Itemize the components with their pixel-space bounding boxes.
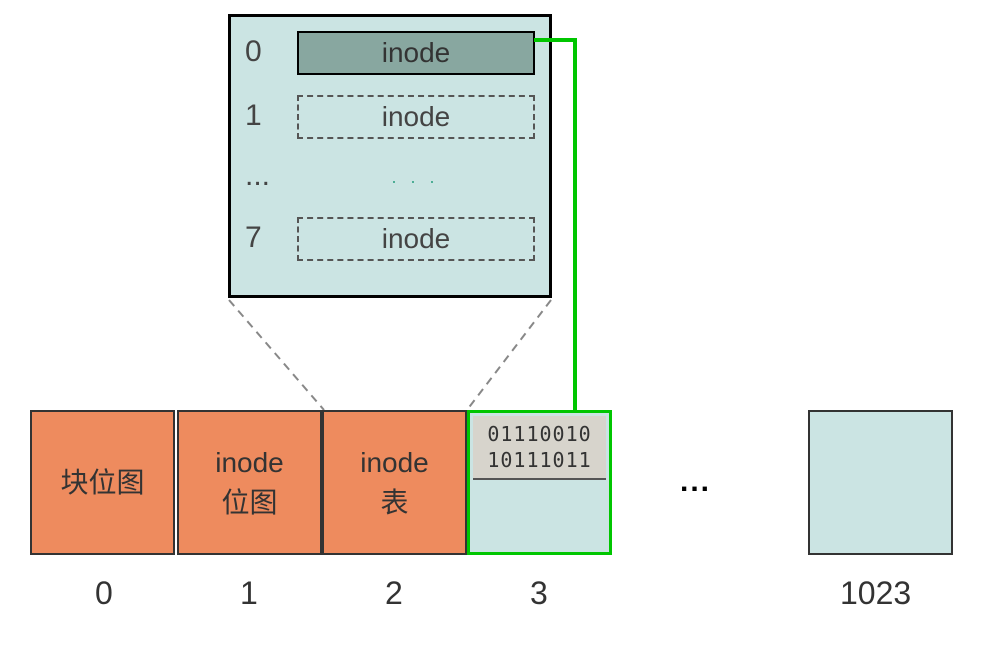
inode-bitmap-l1: inode: [215, 443, 284, 483]
zoom-idx-1: 1: [245, 99, 262, 133]
block-bitmap-label: 块位图: [60, 463, 144, 503]
block-bitmap: 块位图: [30, 410, 175, 555]
idx-3: 3: [530, 575, 548, 612]
bits-line-2: 10111011: [487, 447, 591, 473]
zoom-inode-1: inode: [297, 95, 535, 139]
data-block-bits: 01110010 10111011: [473, 416, 606, 480]
zoom-ellipsis-dots: · · ·: [391, 171, 439, 192]
inode-table: inode 表: [322, 410, 467, 555]
data-block-1023: [808, 410, 953, 555]
zoom-inode-0: inode: [297, 31, 535, 75]
idx-1: 1: [240, 575, 258, 612]
zoom-idx-0: 0: [245, 35, 262, 69]
inode-bitmap: inode 位图: [177, 410, 322, 555]
inode-bitmap-l2: 位图: [221, 483, 277, 523]
idx-0: 0: [95, 575, 113, 612]
inode-table-l1: inode: [360, 443, 429, 483]
inode-table-zoom: 0 inode 1 inode ... · · · 7 inode: [228, 14, 552, 298]
zoom-inode-7: inode: [297, 217, 535, 261]
inode-table-l2: 表: [380, 483, 408, 523]
idx-2: 2: [385, 575, 403, 612]
data-block-3: 01110010 10111011: [467, 410, 612, 555]
blocks-ellipsis: ...: [680, 465, 711, 499]
bits-line-1: 01110010: [487, 421, 591, 447]
zoom-idx-7: 7: [245, 221, 262, 255]
zoom-idx-ellipsis: ...: [245, 159, 270, 193]
idx-1023: 1023: [840, 575, 911, 612]
